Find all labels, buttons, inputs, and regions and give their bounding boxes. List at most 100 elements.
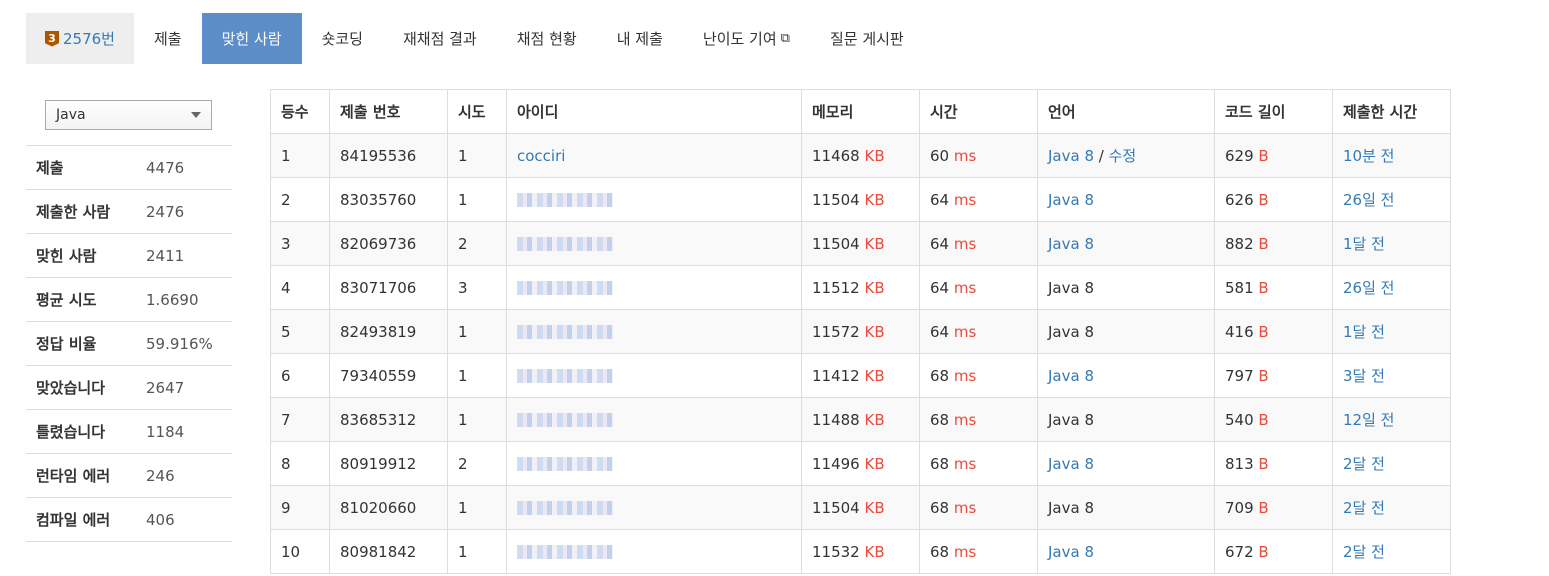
nav-status[interactable]: 채점 현황 (497, 13, 597, 64)
table-row: 7 83685312 1 11488 KB 68 ms Java 8 540 B 12일 전 (270, 397, 1451, 442)
time-cell: 68 ms (919, 485, 1038, 530)
language-cell: Java 8 (1037, 309, 1215, 354)
edit-link[interactable]: 수정 (1109, 147, 1137, 165)
code-length-cell: 709 B (1214, 485, 1333, 530)
redacted-user-id[interactable] (517, 369, 613, 383)
language-cell: Java 8 (1037, 177, 1215, 222)
submit-time-cell: 1달 전 (1332, 221, 1451, 266)
table-row: 4 83071706 3 11512 KB 64 ms Java 8 581 B 26일 전 (270, 265, 1451, 310)
redacted-user-id[interactable] (517, 237, 613, 251)
table-row: 2 83035760 1 11504 KB 64 ms Java 8 626 B 26일 전 (270, 177, 1451, 222)
nav-problem[interactable]: 3 2576번 (26, 13, 134, 64)
submit-time-link[interactable]: 1달 전 (1343, 323, 1385, 341)
language-cell: Java 8 (1037, 529, 1215, 574)
submit-time-link[interactable]: 2달 전 (1343, 499, 1385, 517)
code-length-cell: 672 B (1214, 529, 1333, 574)
rank-cell: 9 (270, 485, 330, 530)
user-cell: cocciri (506, 133, 802, 178)
user-cell (506, 397, 802, 442)
nav-short-coding[interactable]: 숏코딩 (302, 13, 383, 64)
language-link[interactable]: Java 8 (1048, 191, 1094, 209)
ranking-table: 등수 제출 번호 시도 아이디 메모리 시간 언어 코드 길이 제출한 시간 1… (270, 89, 1451, 574)
language-select[interactable]: Java (45, 100, 212, 130)
rank-cell: 5 (270, 309, 330, 354)
redacted-user-id[interactable] (517, 545, 613, 559)
submit-time-link[interactable]: 26일 전 (1343, 279, 1394, 297)
submit-time-cell: 1달 전 (1332, 309, 1451, 354)
col-memory: 메모리 (801, 89, 920, 134)
col-submit-time: 제출한 시간 (1332, 89, 1451, 134)
submit-time-link[interactable]: 2달 전 (1343, 543, 1385, 561)
rank-cell: 1 (270, 133, 330, 178)
submit-time-cell: 26일 전 (1332, 177, 1451, 222)
stat-accept-rate: 정답 비율 59.916% (26, 322, 232, 366)
submit-time-link[interactable]: 10분 전 (1343, 147, 1394, 165)
language-cell: Java 8 (1037, 221, 1215, 266)
tries-cell: 3 (447, 265, 507, 310)
user-cell (506, 485, 802, 530)
col-rank: 등수 (270, 89, 330, 134)
submit-time-cell: 10분 전 (1332, 133, 1451, 178)
language-text: Java 8 (1048, 498, 1094, 517)
submission-id-cell: 79340559 (329, 353, 448, 398)
nav-submit[interactable]: 제출 (134, 13, 202, 64)
submission-id-cell: 82069736 (329, 221, 448, 266)
redacted-user-id[interactable] (517, 413, 613, 427)
user-cell (506, 177, 802, 222)
submit-time-link[interactable]: 26일 전 (1343, 191, 1394, 209)
code-length-cell: 882 B (1214, 221, 1333, 266)
language-link[interactable]: Java 8 (1048, 147, 1094, 165)
submit-time-link[interactable]: 12일 전 (1343, 411, 1394, 429)
table-row: 8 80919912 2 11496 KB 68 ms Java 8 813 B 2달 전 (270, 441, 1451, 486)
tries-cell: 1 (447, 529, 507, 574)
code-length-cell: 626 B (1214, 177, 1333, 222)
redacted-user-id[interactable] (517, 281, 613, 295)
nav-my-submissions[interactable]: 내 제출 (597, 13, 683, 64)
time-cell: 64 ms (919, 177, 1038, 222)
submit-time-cell: 2달 전 (1332, 485, 1451, 530)
language-text: Java 8 (1048, 410, 1094, 429)
nav-rejudge[interactable]: 재채점 결과 (383, 13, 497, 64)
submit-time-link[interactable]: 1달 전 (1343, 235, 1385, 253)
tries-cell: 2 (447, 441, 507, 486)
col-user: 아이디 (506, 89, 802, 134)
time-cell: 64 ms (919, 265, 1038, 310)
table-row: 1 84195536 1 cocciri 11468 KB 60 ms Java 8 / 수… (270, 133, 1451, 178)
language-link[interactable]: Java 8 (1048, 235, 1094, 253)
submit-time-link[interactable]: 2달 전 (1343, 455, 1385, 473)
nav-solved-users[interactable]: 맞힌 사람 (201, 13, 302, 64)
language-link[interactable]: Java 8 (1048, 543, 1094, 561)
memory-cell: 11572 KB (801, 309, 920, 354)
stat-accepted: 맞았습니다 2647 (26, 366, 232, 410)
memory-cell: 11488 KB (801, 397, 920, 442)
submission-id-cell: 82493819 (329, 309, 448, 354)
language-link[interactable]: Java 8 (1048, 367, 1094, 385)
rank-cell: 10 (270, 529, 330, 574)
memory-cell: 11496 KB (801, 441, 920, 486)
submit-time-cell: 26일 전 (1332, 265, 1451, 310)
redacted-user-id[interactable] (517, 325, 613, 339)
user-link[interactable]: cocciri (517, 147, 565, 165)
language-link[interactable]: Java 8 (1048, 455, 1094, 473)
nav-board[interactable]: 질문 게시판 (810, 13, 924, 64)
tries-cell: 1 (447, 353, 507, 398)
sidebar: Java 제출 4476 제출한 사람 2476 맞힌 사람 2411 평균 시도 1.… (26, 90, 232, 542)
time-cell: 68 ms (919, 353, 1038, 398)
code-length-cell: 416 B (1214, 309, 1333, 354)
language-select-value: Java (56, 107, 86, 123)
tries-cell: 1 (447, 485, 507, 530)
user-cell (506, 529, 802, 574)
time-cell: 64 ms (919, 221, 1038, 266)
submit-time-link[interactable]: 3달 전 (1343, 367, 1385, 385)
submit-time-cell: 2달 전 (1332, 529, 1451, 574)
redacted-user-id[interactable] (517, 457, 613, 471)
code-length-cell: 813 B (1214, 441, 1333, 486)
col-tries: 시도 (447, 89, 507, 134)
memory-cell: 11504 KB (801, 485, 920, 530)
time-cell: 64 ms (919, 309, 1038, 354)
nav-difficulty[interactable]: 난이도 기여 ⧉ (683, 13, 810, 64)
redacted-user-id[interactable] (517, 501, 613, 515)
redacted-user-id[interactable] (517, 193, 613, 207)
table-row: 9 81020660 1 11504 KB 68 ms Java 8 709 B 2달 전 (270, 485, 1451, 530)
time-cell: 68 ms (919, 397, 1038, 442)
